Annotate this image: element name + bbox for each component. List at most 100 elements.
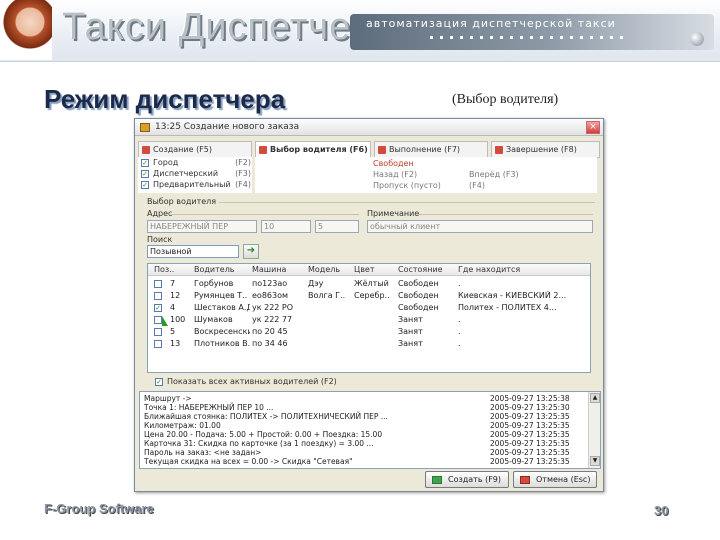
- tagline-banner: автоматизация диспетчерской такси: [350, 14, 714, 50]
- log-message: Карточка 31: Скидка по карточке (за 1 по…: [144, 439, 374, 448]
- cell-location: .: [458, 327, 461, 336]
- column-header[interactable]: Машина: [252, 265, 302, 274]
- option-label: Диспетчерский: [153, 169, 219, 178]
- cell-location: Киевская - КИЕВСКИЙ 2...: [458, 291, 567, 300]
- row-checkbox[interactable]: [154, 280, 162, 288]
- tab-label: Создание (F5): [153, 145, 212, 154]
- note-field[interactable]: обычный клиент: [367, 220, 593, 233]
- table-row[interactable]: ✓ 4 Шестаков А.Д ук 222 РО Свободен Поли…: [148, 302, 590, 314]
- table-row[interactable]: 5 Воскресенский А... по 20 45 Занят .: [148, 326, 590, 338]
- cell-model: Волга Г..: [308, 291, 346, 300]
- column-header[interactable]: Поз..: [154, 265, 182, 274]
- row-checkbox[interactable]: ✓: [154, 304, 162, 312]
- log-message: Ближайшая стоянка: ПОЛИТЕХ -> ПОЛИТЕХНИЧ…: [144, 412, 388, 421]
- log-message: Пароль на заказ: <не задан>: [144, 448, 262, 457]
- cell-car: по 34 46: [252, 339, 288, 348]
- slide-subtitle: (Выбор водителя): [452, 92, 559, 107]
- row-checkbox[interactable]: [154, 292, 162, 300]
- column-header[interactable]: Модель: [308, 265, 348, 274]
- order-type-options: ✓ Город (F2) ✓ Диспетчерский (F3) ✓ Предварит…: [138, 157, 252, 193]
- window-title: 13:25 Создание нового заказа: [155, 122, 300, 132]
- cell-model: Дэу: [308, 279, 324, 288]
- cell-car: ук 222 РО: [252, 303, 294, 312]
- cell-status: Свободен: [398, 291, 439, 300]
- cell-car: ук 222 77: [252, 315, 293, 324]
- option-label: Предварительный: [153, 180, 231, 189]
- table-row[interactable]: 7 Горбунов по123ао Дэу Жёлтый Свободен .: [148, 278, 590, 290]
- cell-callsign: 7: [170, 279, 176, 288]
- cancel-button-label: Отмена (Esc): [536, 475, 591, 484]
- log-scrollbar[interactable]: ▲ ▼: [588, 392, 600, 468]
- table-row[interactable]: 13 Плотников В.И. по 34 46 Занят .: [148, 338, 590, 350]
- log-timestamp: 2005-09-27 13:25:30: [490, 403, 570, 412]
- create-icon: [432, 476, 442, 484]
- operator-photo: [0, 0, 52, 60]
- cell-location: .: [458, 339, 461, 348]
- checkbox[interactable]: ✓: [141, 181, 149, 189]
- document-icon: [495, 146, 503, 154]
- log-timestamp: 2005-09-27 13:25:38: [490, 394, 570, 403]
- log-entry: Пароль на заказ: <не задан> 2005-09-27 13…: [144, 448, 590, 457]
- table-row[interactable]: 100 Шумаков ук 222 77 Занят .: [148, 314, 590, 326]
- search-go-button[interactable]: ➜: [243, 244, 259, 259]
- search-label: Поиск: [147, 235, 173, 244]
- divider: [219, 202, 595, 203]
- row-checkbox[interactable]: [154, 316, 162, 324]
- scroll-down-icon[interactable]: ▼: [590, 456, 600, 466]
- option-label: Город: [153, 158, 179, 167]
- cell-color: Жёлтый: [354, 279, 389, 288]
- row-checkbox[interactable]: [154, 328, 162, 336]
- log-entry: Километраж: 01.00 2005-09-27 13:25:35: [144, 421, 590, 430]
- create-button[interactable]: Создать (F9): [425, 471, 509, 488]
- cell-callsign: 4: [170, 303, 176, 312]
- log-message: Цена 20.00 - Подача: 5.00 + Простой: 0.0…: [144, 430, 383, 439]
- entrance-field[interactable]: 5: [315, 220, 359, 233]
- log-entry: Текущая скидка на всех = 0.00 -> Скидка …: [144, 457, 590, 466]
- table-row[interactable]: 12 Румянцев Т.. ео863ом Волга Г.. Серебр…: [148, 290, 590, 302]
- house-field[interactable]: 10: [261, 220, 311, 233]
- log-message: Текущая скидка на всех = 0.00 -> Скидка …: [144, 457, 353, 466]
- section-driver-selection: Выбор водителя: [147, 197, 217, 206]
- column-header[interactable]: Состояние: [398, 265, 454, 274]
- order-log: Маршрут -> 2005-09-27 13:25:38 Точка 1: Н…: [139, 391, 601, 469]
- close-button[interactable]: ×: [586, 121, 600, 134]
- tab-completion[interactable]: Завершение (F8): [491, 141, 600, 158]
- cell-location: Политех - ПОЛИТЕХ 4...: [458, 303, 557, 312]
- status-key: Вперёд (F3): [469, 170, 519, 179]
- address-field[interactable]: НАБЕРЕЖНЫЙ ПЕР: [147, 220, 257, 233]
- tab-select-driver[interactable]: Выбор водителя (F6): [255, 141, 371, 158]
- option-dispatch[interactable]: ✓ Диспетчерский (F3): [141, 169, 251, 180]
- log-entry: Ближайшая стоянка: ПОЛИТЕХ -> ПОЛИТЕХНИЧ…: [144, 412, 590, 421]
- tab-create[interactable]: Создание (F5): [138, 141, 252, 158]
- option-preliminary[interactable]: ✓ Предварительный (F4): [141, 180, 251, 191]
- row-checkbox[interactable]: [154, 340, 162, 348]
- tab-label: Выполнение (F7): [389, 145, 461, 154]
- status-nav-line: Назад (F2) Вперёд (F3): [373, 170, 519, 179]
- checkbox[interactable]: ✓: [141, 159, 149, 167]
- document-icon: [259, 146, 267, 154]
- checkbox[interactable]: ✓: [141, 170, 149, 178]
- log-timestamp: 2005-09-27 13:25:35: [490, 439, 570, 448]
- tab-label: Выбор водителя (F6): [270, 145, 368, 154]
- order-window: 13:25 Создание нового заказа × Создание …: [134, 118, 604, 492]
- column-header[interactable]: Где находится: [458, 265, 588, 274]
- option-city[interactable]: ✓ Город (F2): [141, 158, 251, 169]
- checkbox[interactable]: ✓: [155, 378, 163, 386]
- window-titlebar[interactable]: 13:25 Создание нового заказа ×: [135, 119, 603, 136]
- cell-status: Свободен: [398, 303, 439, 312]
- column-header[interactable]: Цвет: [354, 265, 392, 274]
- log-entry: Карточка 31: Скидка по карточке (за 1 по…: [144, 439, 590, 448]
- slide-title: Режим диспетчера: [44, 84, 286, 114]
- status-skip-line: Пропуск (пусто) (F4): [373, 181, 485, 190]
- divider: [171, 214, 359, 215]
- status-key: (F4): [469, 181, 485, 190]
- cell-driver: Воскресенский А...: [194, 327, 250, 336]
- search-input[interactable]: Позывной: [147, 245, 239, 258]
- column-header[interactable]: Водитель: [194, 265, 250, 274]
- option-hotkey: (F2): [235, 158, 251, 167]
- tab-execution[interactable]: Выполнение (F7): [374, 141, 488, 158]
- cancel-button[interactable]: Отмена (Esc): [513, 471, 597, 488]
- scroll-up-icon[interactable]: ▲: [590, 393, 600, 403]
- status-label: Пропуск (пусто): [373, 181, 441, 190]
- cancel-icon: [520, 476, 530, 484]
